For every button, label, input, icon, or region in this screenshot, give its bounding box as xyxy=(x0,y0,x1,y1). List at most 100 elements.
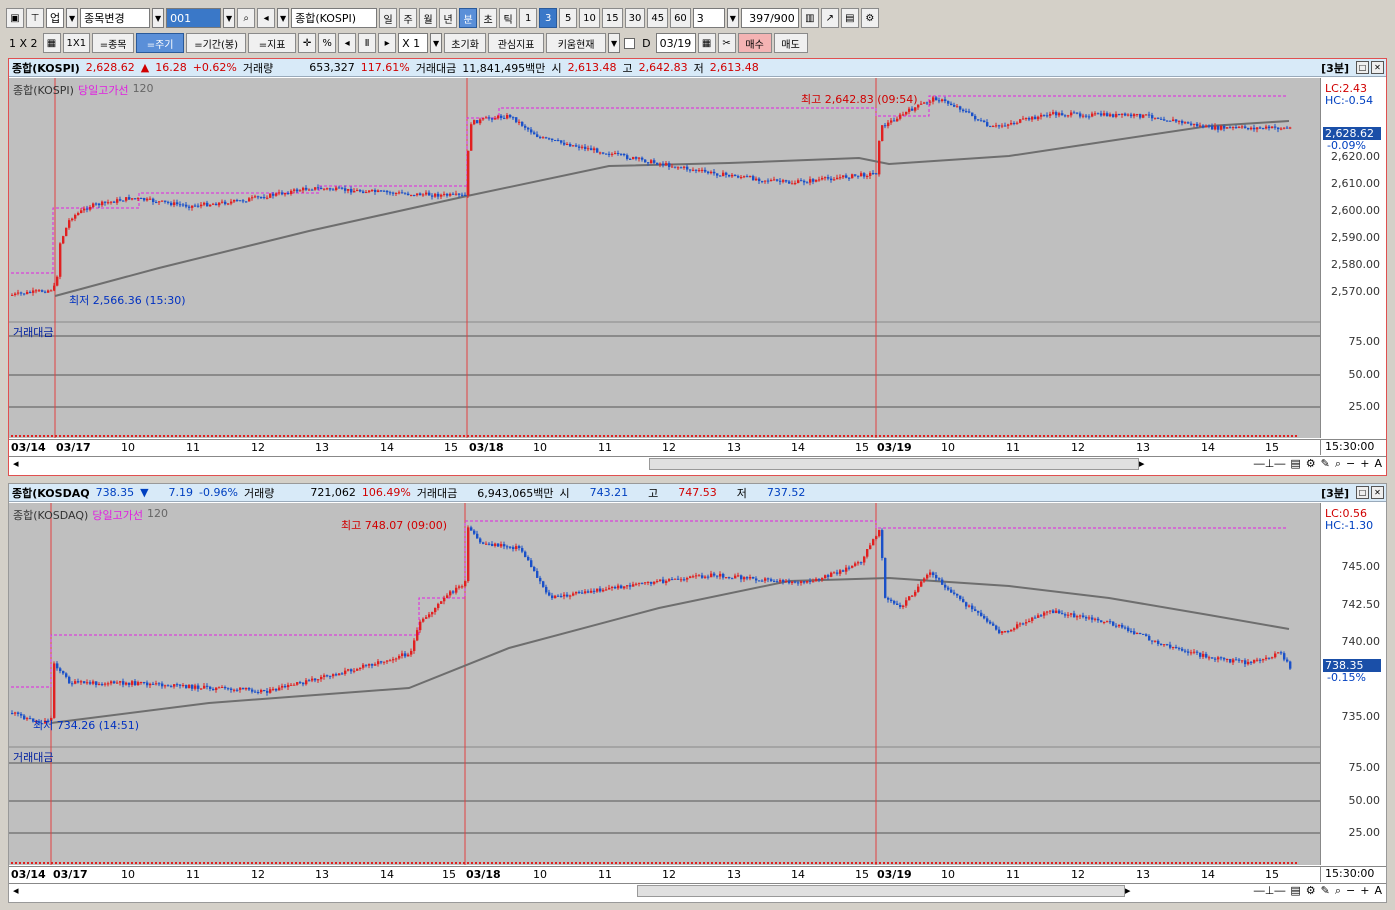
scroll-right-icon[interactable]: ▸ xyxy=(1125,884,1131,897)
buy-button[interactable]: 매수 xyxy=(737,33,772,53)
reset-button[interactable]: 초기화 xyxy=(444,33,487,53)
minute-60-button[interactable]: 60 xyxy=(670,8,691,28)
pencil-icon[interactable]: ✎ xyxy=(1321,457,1330,471)
volume-bar xyxy=(667,862,669,864)
maximize-icon[interactable]: □ xyxy=(1356,486,1369,499)
scroll-thumb[interactable] xyxy=(649,457,1139,470)
period-tick-button[interactable]: 틱 xyxy=(499,8,518,28)
date-input[interactable]: 03/19 xyxy=(655,33,696,53)
minute-10-button[interactable]: 10 xyxy=(579,8,600,28)
kospi-chart-area[interactable]: 종합(KOSPI) 당일고가선 120 거래대금 최고 2,642.83 (09… xyxy=(9,78,1320,438)
settings-icon[interactable]: ⚙ xyxy=(1306,457,1316,471)
volume-bar xyxy=(399,435,401,437)
zoom-icon[interactable]: ⌕ xyxy=(1335,884,1341,898)
candle-body xyxy=(995,125,998,127)
candle-body xyxy=(1232,659,1235,663)
table-icon[interactable]: ▤ xyxy=(1290,457,1300,471)
kiwoom-current-button[interactable]: 키움현재 xyxy=(546,33,607,53)
interest-indicator-button[interactable]: 관심지표 xyxy=(488,33,545,53)
1x1-button[interactable]: 1X1 xyxy=(62,33,91,53)
scissors-icon[interactable]: ✂ xyxy=(717,33,736,53)
crosshair-icon[interactable]: ✛ xyxy=(298,33,317,53)
x-label: 13 xyxy=(315,441,329,454)
sync-range-button[interactable]: =기간(봉) xyxy=(186,33,247,53)
minute-3-button[interactable]: 3 xyxy=(539,8,558,28)
scroll-left-icon[interactable]: ◂ xyxy=(13,884,19,897)
stock-change-dropdown-icon[interactable]: ▼ xyxy=(152,8,165,28)
kospi-scrollbar[interactable]: ◂ ▸ ―⊥― ▤ ⚙ ✎ ⌕ − + A xyxy=(9,456,1386,470)
grid-icon[interactable]: ▦ xyxy=(42,33,61,53)
chart-type-icon[interactable]: ▥ xyxy=(800,8,819,28)
percent-button[interactable]: % xyxy=(318,33,337,53)
slider-icon[interactable]: ―⊥― xyxy=(1254,457,1286,471)
stock-change-select[interactable]: 종목변경 xyxy=(80,8,151,28)
volume-bar xyxy=(927,435,929,437)
zoom-dropdown-icon[interactable]: ▼ xyxy=(430,33,443,53)
pencil-icon[interactable]: ✎ xyxy=(1321,884,1330,898)
speaker-dropdown-icon[interactable]: ▼ xyxy=(277,8,290,28)
period-day-button[interactable]: 일 xyxy=(379,8,398,28)
count-select[interactable]: 3 xyxy=(692,8,725,28)
type-dropdown-icon[interactable]: ▼ xyxy=(66,8,79,28)
candle-body xyxy=(545,137,548,139)
search-icon[interactable]: ⌕ xyxy=(237,8,256,28)
prev-icon[interactable]: ◂ xyxy=(338,33,357,53)
period-minute-button[interactable]: 분 xyxy=(459,8,478,28)
sync-stock-button[interactable]: =종목 xyxy=(92,33,135,53)
settings-icon[interactable]: ⚙ xyxy=(1306,884,1316,898)
sync-indicator-button[interactable]: =지표 xyxy=(248,33,297,53)
minute-1-button[interactable]: 1 xyxy=(519,8,538,28)
kiwoom-dropdown-icon[interactable]: ▼ xyxy=(608,33,621,53)
font-icon[interactable]: A xyxy=(1374,884,1382,898)
minute-45-button[interactable]: 45 xyxy=(647,8,669,28)
scroll-thumb[interactable] xyxy=(637,884,1125,897)
kospi-price-chart[interactable] xyxy=(9,78,1320,438)
close-icon[interactable]: ✕ xyxy=(1371,486,1384,499)
minute-5-button[interactable]: 5 xyxy=(559,8,578,28)
pin-icon[interactable]: ⊤ xyxy=(26,8,44,28)
slider-icon[interactable]: ―⊥― xyxy=(1254,884,1286,898)
period-year-button[interactable]: 년 xyxy=(439,8,458,28)
layout-label[interactable]: 1 X 2 xyxy=(6,37,41,50)
scroll-left-icon[interactable]: ◂ xyxy=(13,457,19,470)
candle-body xyxy=(194,205,197,207)
minute-15-button[interactable]: 15 xyxy=(601,8,623,28)
candle-body xyxy=(1244,660,1247,665)
maximize-icon[interactable]: □ xyxy=(1356,61,1369,74)
minute-30-button[interactable]: 30 xyxy=(624,8,646,28)
code-input[interactable]: 001 xyxy=(166,8,222,28)
gear-icon[interactable]: ⚙ xyxy=(860,8,879,28)
type-select[interactable]: 업 xyxy=(46,8,65,28)
period-week-button[interactable]: 주 xyxy=(399,8,418,28)
calendar-icon[interactable]: ▦ xyxy=(697,33,716,53)
save-icon[interactable]: ▤ xyxy=(840,8,859,28)
sync-period-button[interactable]: =주기 xyxy=(136,33,185,53)
zoom-out-icon[interactable]: − xyxy=(1346,884,1355,898)
kosdaq-chart-area[interactable]: 종합(KOSDAQ) 당일고가선 120 거래대금 최고 748.07 (09:… xyxy=(9,503,1320,865)
kosdaq-scrollbar[interactable]: ◂ ▸ ―⊥― ▤ ⚙ ✎ ⌕ − + A xyxy=(9,883,1386,897)
zoom-in-icon[interactable]: + xyxy=(1360,457,1369,471)
period-month-button[interactable]: 월 xyxy=(419,8,438,28)
zoom-in-icon[interactable]: + xyxy=(1360,884,1369,898)
zoom-icon[interactable]: ⌕ xyxy=(1335,457,1341,471)
count-dropdown-icon[interactable]: ▼ xyxy=(726,8,739,28)
volume-bar xyxy=(411,862,413,864)
sell-button[interactable]: 매도 xyxy=(773,33,808,53)
font-icon[interactable]: A xyxy=(1374,457,1382,471)
close-icon[interactable]: ✕ xyxy=(1371,61,1384,74)
volume-bar xyxy=(239,435,241,437)
code-dropdown-icon[interactable]: ▼ xyxy=(223,8,236,28)
speaker-icon[interactable]: ◂ xyxy=(257,8,276,28)
layout-icon[interactable]: ▣ xyxy=(6,8,24,28)
pause-icon[interactable]: Ⅱ xyxy=(358,33,377,53)
table-icon[interactable]: ▤ xyxy=(1290,884,1300,898)
date-checkbox[interactable] xyxy=(624,37,636,49)
trend-icon[interactable]: ↗ xyxy=(820,8,839,28)
zoom-out-icon[interactable]: − xyxy=(1346,457,1355,471)
period-second-button[interactable]: 초 xyxy=(479,8,498,28)
zoom-select[interactable]: X 1 xyxy=(398,33,429,53)
next-icon[interactable]: ▸ xyxy=(378,33,397,53)
data-count-field[interactable]: 397/900 xyxy=(740,8,799,28)
scroll-right-icon[interactable]: ▸ xyxy=(1139,457,1145,470)
kosdaq-price-chart[interactable] xyxy=(9,503,1320,865)
